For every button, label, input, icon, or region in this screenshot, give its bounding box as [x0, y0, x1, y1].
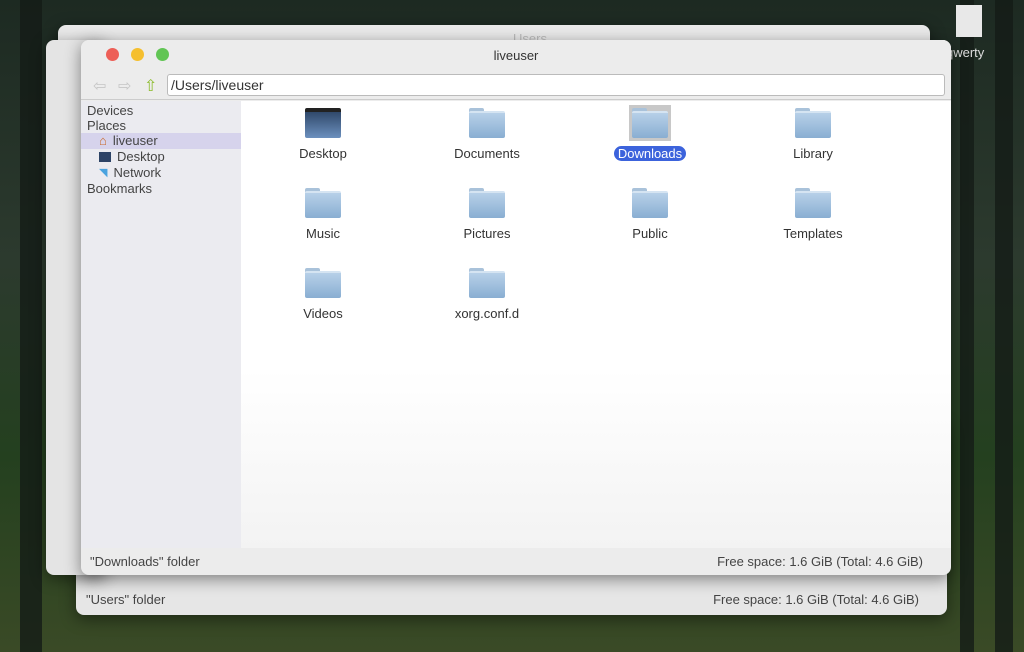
desktop-icon: [99, 152, 111, 162]
file-item-library[interactable]: Library: [753, 108, 873, 161]
item-label: Templates: [783, 226, 843, 241]
folder-icon: [795, 188, 831, 218]
title-bar[interactable]: liveuser: [81, 40, 951, 70]
status-text: "Downloads" folder: [90, 554, 200, 569]
file-item-desktop[interactable]: Desktop: [263, 108, 383, 161]
folder-icon: [469, 188, 505, 218]
forward-arrow-icon[interactable]: ⇨: [118, 76, 131, 96]
folder-icon: [632, 188, 668, 218]
sidebar-item-label: Desktop: [117, 149, 165, 164]
sidebar-item-label: liveuser: [112, 133, 158, 148]
sidebar-heading-bookmarks[interactable]: Bookmarks: [81, 181, 241, 196]
home-icon: ⌂: [99, 133, 107, 148]
item-label: Library: [793, 146, 833, 161]
sidebar-heading-places[interactable]: Places: [81, 118, 241, 133]
file-item-music[interactable]: Music: [263, 188, 383, 241]
sidebar-item-desktop[interactable]: Desktop: [81, 149, 241, 165]
item-label: Desktop: [299, 146, 347, 161]
file-grid: Desktop Documents Downloads Library Musi…: [241, 101, 951, 548]
item-label: Music: [306, 226, 340, 241]
folder-icon: [469, 108, 505, 138]
toolbar: ⇦ ⇨ ⇧ /Users/liveuser: [81, 70, 951, 100]
sidebar-item-label: Network: [113, 165, 162, 180]
sidebar-item-liveuser[interactable]: ⌂ liveuser: [81, 133, 241, 149]
folder-icon: [795, 108, 831, 138]
item-label: Pictures: [463, 226, 511, 241]
sidebar-item-network[interactable]: ◥ Network: [81, 165, 241, 181]
folder-icon: [469, 268, 505, 298]
folder-icon: [629, 105, 671, 141]
file-item-videos[interactable]: Videos: [263, 268, 383, 321]
desktop-file[interactable]: qwerty: [946, 5, 984, 60]
network-icon: ◥: [99, 167, 108, 179]
up-arrow-icon[interactable]: ⇧: [144, 76, 157, 96]
file-manager-window[interactable]: liveuser ⇦ ⇨ ⇧ /Users/liveuser Devices P…: [81, 40, 951, 575]
desktop-folder-icon: [305, 108, 341, 138]
sidebar: Devices Places ⌂ liveuser Desktop ◥ Networ…: [81, 101, 241, 548]
status-text: "Users" folder: [86, 592, 166, 607]
free-space: Free space: 1.6 GiB (Total: 4.6 GiB): [717, 554, 923, 569]
file-item-xorg-conf-d[interactable]: xorg.conf.d: [427, 268, 547, 321]
folder-icon: [305, 188, 341, 218]
file-item-pictures[interactable]: Pictures: [427, 188, 547, 241]
window-title: liveuser: [493, 48, 539, 63]
path-input[interactable]: /Users/liveuser: [167, 74, 945, 96]
item-label: Documents: [454, 146, 520, 161]
file-item-documents[interactable]: Documents: [427, 108, 547, 161]
sidebar-heading-devices[interactable]: Devices: [81, 103, 241, 118]
document-icon: [956, 5, 982, 37]
file-item-public[interactable]: Public: [590, 188, 710, 241]
item-label: Videos: [303, 306, 343, 321]
status-bar: "Downloads" folder Free space: 1.6 GiB (…: [81, 548, 951, 575]
desktop-file-label: qwerty: [946, 45, 985, 60]
item-label: Downloads: [613, 146, 687, 161]
free-space: Free space: 1.6 GiB (Total: 4.6 GiB): [713, 592, 919, 607]
back-arrow-icon[interactable]: ⇦: [93, 76, 106, 96]
folder-icon: [305, 268, 341, 298]
file-item-downloads[interactable]: Downloads: [590, 105, 710, 161]
item-label: Public: [632, 226, 668, 241]
item-label: xorg.conf.d: [454, 306, 520, 321]
file-item-templates[interactable]: Templates: [753, 188, 873, 241]
